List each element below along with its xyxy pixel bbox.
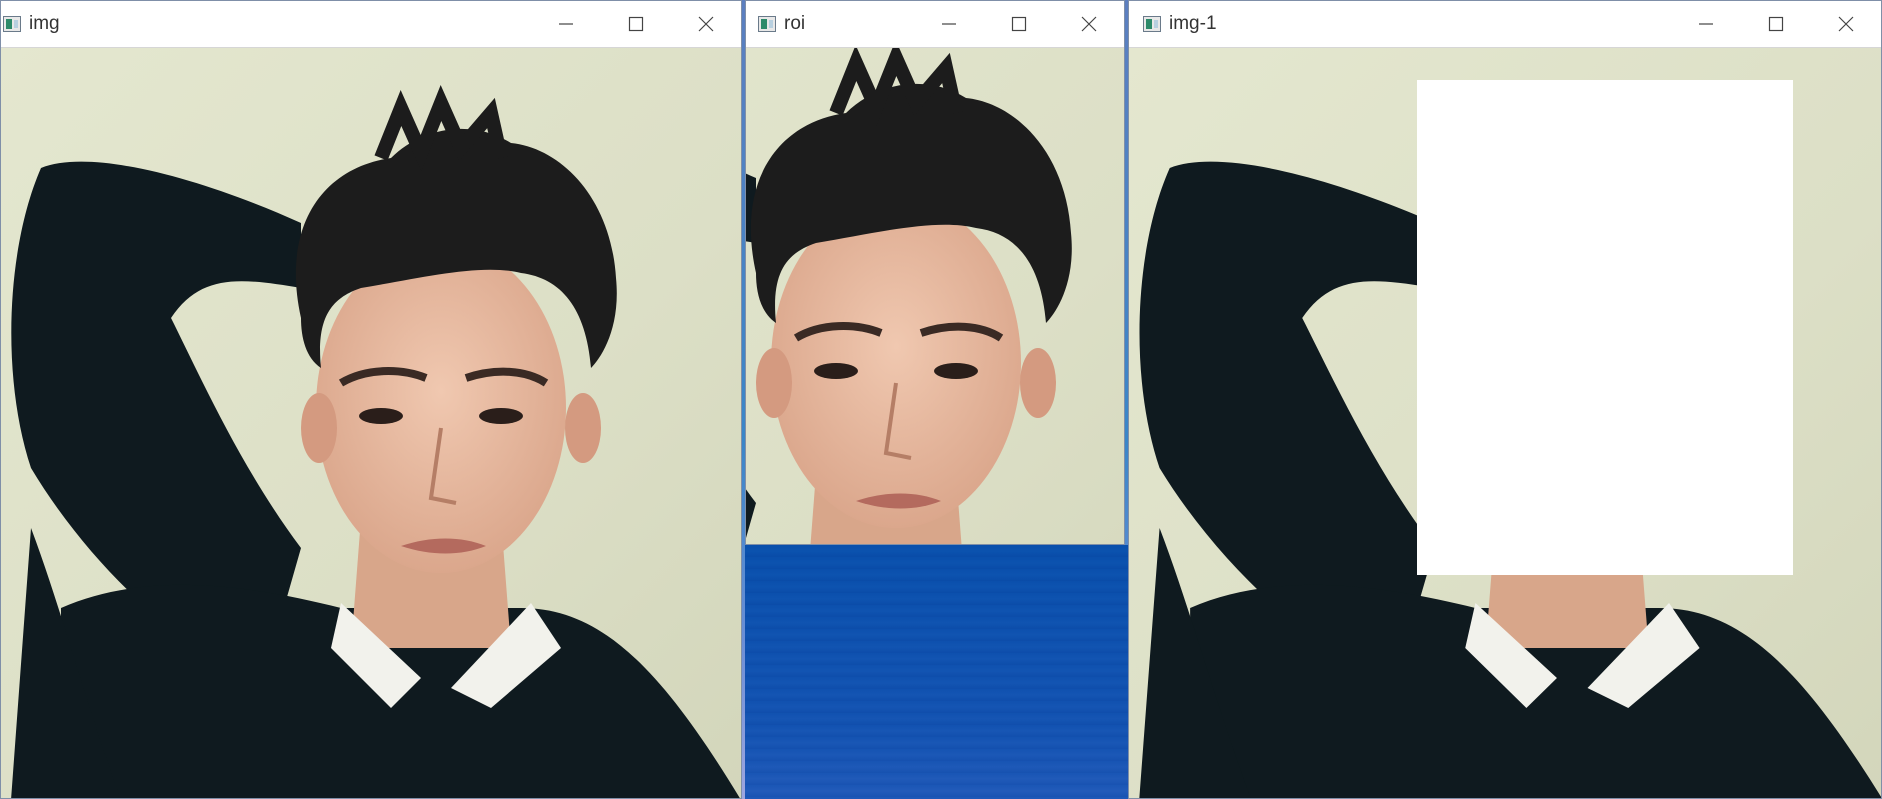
close-button[interactable] (1054, 1, 1124, 47)
titlebar[interactable]: img-1 (1129, 1, 1881, 48)
maximize-button[interactable] (1741, 1, 1811, 47)
titlebar[interactable]: roi (746, 1, 1124, 48)
minimize-icon (1699, 23, 1713, 25)
image-canvas (1, 48, 741, 798)
close-button[interactable] (1811, 1, 1881, 47)
opencv-window-icon (1143, 16, 1161, 32)
maximize-icon (1768, 16, 1784, 32)
image-canvas (1129, 48, 1881, 798)
titlebar[interactable]: img (1, 1, 741, 48)
window-img[interactable]: img (0, 0, 742, 799)
window-img-1[interactable]: img-1 (1128, 0, 1882, 799)
minimize-button[interactable] (531, 1, 601, 47)
maximize-button[interactable] (984, 1, 1054, 47)
white-mask-rectangle (1417, 80, 1793, 575)
window-title: img (29, 13, 60, 34)
maximize-icon (628, 16, 644, 32)
window-roi[interactable]: roi (745, 0, 1125, 545)
close-button[interactable] (671, 1, 741, 47)
opencv-window-icon (758, 16, 776, 32)
close-icon (1081, 16, 1097, 32)
roi-canvas (746, 48, 1124, 544)
minimize-icon (559, 23, 573, 25)
window-title: img-1 (1169, 13, 1217, 34)
desktop-background (745, 545, 1128, 799)
minimize-icon (942, 23, 956, 25)
maximize-button[interactable] (601, 1, 671, 47)
close-icon (1838, 16, 1854, 32)
maximize-icon (1011, 16, 1027, 32)
minimize-button[interactable] (914, 1, 984, 47)
window-title: roi (784, 13, 806, 34)
roi-crop-image (746, 48, 1124, 544)
minimize-button[interactable] (1671, 1, 1741, 47)
close-icon (698, 16, 714, 32)
opencv-window-icon (3, 16, 21, 32)
portrait-image (1, 48, 741, 798)
